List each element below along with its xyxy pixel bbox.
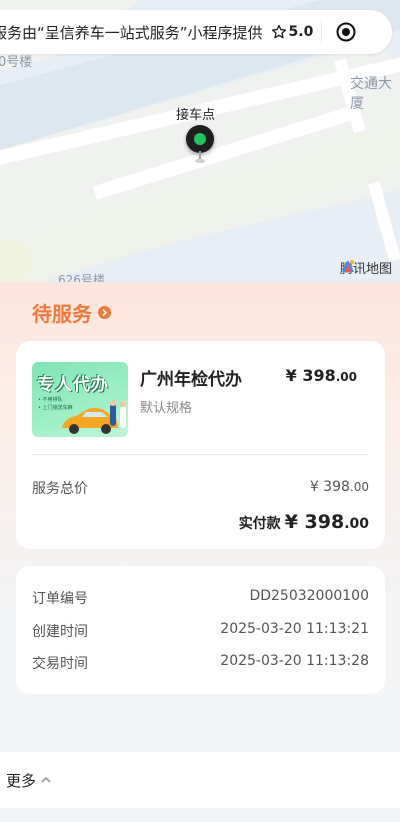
product-price-int: ¥ 398 — [285, 366, 336, 385]
order-info-card: 订单编号 DD25032000100 创建时间 2025-03-20 11:13… — [16, 566, 385, 694]
pickup-pin-icon[interactable] — [186, 125, 214, 153]
paid-value-int: ¥ 398 — [284, 511, 345, 533]
map-label-road: 交通大厦 — [350, 76, 392, 112]
star-icon — [271, 24, 286, 39]
order-number-value[interactable]: DD25032000100 — [249, 588, 369, 604]
card-divider — [32, 454, 369, 455]
product-price: ¥ 398.00 — [286, 366, 357, 385]
created-time-label: 创建时间 — [32, 624, 88, 640]
car-illustration-icon — [62, 400, 126, 434]
total-price-label: 服务总价 — [32, 481, 88, 497]
order-status[interactable]: 待服务 — [32, 298, 111, 327]
trade-time-value: 2025-03-20 11:13:28 — [220, 653, 369, 669]
status-title: 待服务 — [32, 302, 92, 326]
more-label: 更多 — [6, 771, 37, 790]
pickup-label: 接车点 — [176, 108, 216, 123]
mini-program-banner[interactable]: 服务由“呈信养车一站式服务”小程序提供 5.0 — [0, 10, 392, 54]
pin-base — [195, 159, 205, 163]
tencent-map-logo-icon — [341, 260, 354, 272]
product-card: 专人代办 • 不用排队 • 上门接送车辆 广州年检代办 ¥ 398.00 默认规… — [16, 341, 385, 549]
paid-label: 实付款 — [238, 516, 281, 532]
map-attribution: 腾讯地图 — [340, 258, 392, 277]
total-price-dec: .00 — [349, 480, 369, 494]
rating[interactable]: 5.0 — [271, 24, 314, 40]
product-image-title: 专人代办 — [37, 375, 109, 395]
paid-value-dec: .00 — [344, 516, 369, 532]
product-spec: 默认规格 — [140, 401, 193, 416]
total-price-int: ¥ 398 — [309, 479, 350, 495]
more-button[interactable]: 更多 — [0, 752, 400, 808]
order-number-label: 订单编号 — [32, 591, 88, 607]
banner-divider — [321, 21, 323, 43]
created-time-value: 2025-03-20 11:13:21 — [220, 621, 369, 637]
product-price-dec: .00 — [335, 370, 357, 384]
chevron-up-icon — [41, 776, 51, 783]
total-price-value: ¥ 398.00 — [310, 479, 369, 495]
banner-provider-text: 服务由“呈信养车一站式服务”小程序提供 — [0, 23, 263, 42]
target-icon[interactable] — [336, 22, 356, 42]
product-image-line-1: • 不用排队 — [38, 397, 63, 403]
paid-amount: 实付款 ¥ 398.00 — [239, 511, 369, 533]
paid-value: ¥ 398.00 — [285, 511, 369, 533]
trade-time-label: 交易时间 — [32, 656, 88, 672]
map-label-building-626: 626号楼 — [58, 273, 105, 282]
rating-value: 5.0 — [288, 24, 314, 40]
product-name: 广州年检代办 — [140, 370, 242, 390]
chevron-right-circle-icon — [98, 306, 111, 319]
product-image[interactable]: 专人代办 • 不用排队 • 上门接送车辆 — [32, 362, 128, 437]
